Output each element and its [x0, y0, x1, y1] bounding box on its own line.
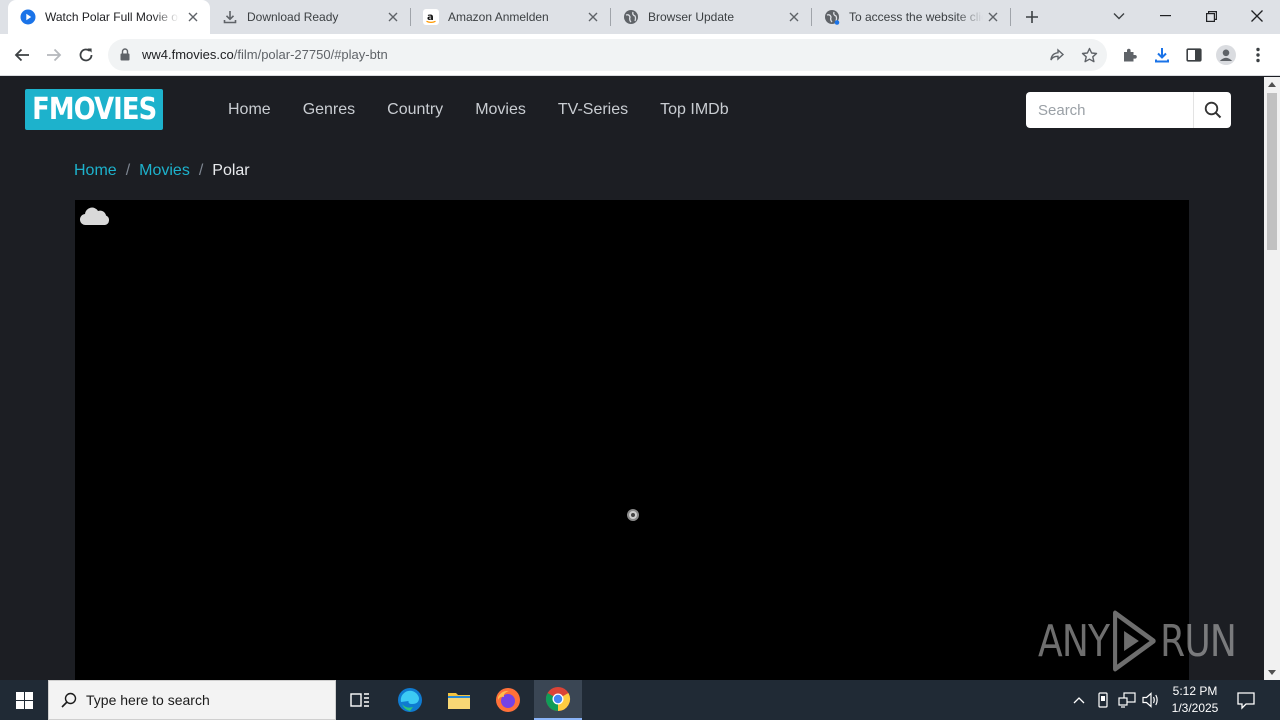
- taskbar-search-box[interactable]: Type here to search: [48, 680, 336, 720]
- breadcrumb-separator: /: [198, 162, 204, 179]
- logo-text: FMOVIES: [31, 92, 157, 127]
- close-tab-icon[interactable]: [386, 10, 400, 24]
- taskbar-search-placeholder: Type here to search: [86, 692, 210, 708]
- breadcrumb: Home / Movies / Polar: [74, 162, 250, 180]
- nav-movies[interactable]: Movies: [475, 101, 526, 119]
- tab-title: Amazon Anmelden: [448, 10, 549, 24]
- tab-title: To access the website click: [849, 10, 983, 24]
- url-host: ww4.fmovies.co: [142, 47, 234, 62]
- tab-separator: [1010, 8, 1011, 26]
- forward-button[interactable]: [42, 43, 66, 67]
- search-icon: [1204, 101, 1221, 119]
- edge-icon: [398, 688, 422, 712]
- fmovies-logo[interactable]: FMOVIES: [25, 89, 163, 130]
- play-circle-icon: [20, 9, 36, 25]
- firefox-taskbar-button[interactable]: [484, 680, 532, 720]
- windows-taskbar: Type here to search 5:12 PM 1/3/2025: [0, 680, 1280, 720]
- video-player[interactable]: [75, 200, 1189, 680]
- loading-spinner-icon: [627, 509, 639, 521]
- address-bar[interactable]: ww4.fmovies.co/film/polar-27750/#play-bt…: [108, 39, 1107, 71]
- share-icon[interactable]: [1048, 46, 1066, 64]
- globe-icon: [824, 9, 840, 25]
- profile-avatar-icon[interactable]: [1216, 45, 1236, 65]
- task-view-icon: [350, 693, 369, 707]
- scroll-down-arrow-icon[interactable]: [1268, 670, 1276, 675]
- breadcrumb-current: Polar: [212, 162, 250, 179]
- cloud-icon: [79, 204, 111, 233]
- nav-genres[interactable]: Genres: [303, 101, 355, 119]
- nav-home[interactable]: Home: [228, 101, 271, 119]
- tab-access-website[interactable]: To access the website click: [812, 0, 1010, 34]
- network-icon[interactable]: [1118, 691, 1136, 709]
- close-window-button[interactable]: [1234, 0, 1280, 32]
- tab-amazon-anmelden[interactable]: a Amazon Anmelden: [411, 0, 610, 34]
- restore-button[interactable]: [1188, 0, 1234, 32]
- bookmark-star-icon[interactable]: [1080, 46, 1098, 64]
- system-clock[interactable]: 5:12 PM 1/3/2025: [1162, 683, 1228, 717]
- site-header: FMOVIES Home Genres Country Movies TV-Se…: [0, 77, 1264, 143]
- tab-title: Browser Update: [648, 10, 735, 24]
- edge-taskbar-button[interactable]: [386, 680, 434, 720]
- chrome-taskbar-button[interactable]: [534, 680, 582, 720]
- scroll-up-arrow-icon[interactable]: [1268, 82, 1276, 87]
- new-tab-button[interactable]: [1022, 7, 1042, 27]
- breadcrumb-movies[interactable]: Movies: [139, 162, 190, 180]
- close-tab-icon[interactable]: [787, 10, 801, 24]
- lock-icon: [120, 48, 130, 66]
- anyrun-watermark: ANY RUN: [1038, 609, 1237, 673]
- chrome-icon: [545, 687, 571, 711]
- minimize-button[interactable]: [1142, 0, 1188, 32]
- url-path: /film/polar-27750/#play-btn: [233, 47, 388, 62]
- device-icon[interactable]: [1094, 691, 1112, 709]
- start-button[interactable]: [0, 680, 48, 720]
- volume-icon[interactable]: [1142, 691, 1160, 709]
- reload-button[interactable]: [74, 43, 98, 67]
- tab-download-ready[interactable]: Download Ready: [210, 0, 410, 34]
- nav-top-imdb[interactable]: Top IMDb: [660, 101, 728, 119]
- tab-watch-polar[interactable]: Watch Polar Full Movie online Free: [8, 0, 210, 34]
- browser-tab-strip: Watch Polar Full Movie online Free Downl…: [0, 0, 1280, 34]
- tab-title: Watch Polar Full Movie online Free: [45, 10, 179, 24]
- tab-search-button[interactable]: [1096, 0, 1142, 32]
- play-triangle-icon: [1112, 610, 1156, 672]
- folder-icon: [448, 693, 470, 709]
- globe-icon: [623, 9, 639, 25]
- browser-toolbar: ww4.fmovies.co/film/polar-27750/#play-bt…: [0, 34, 1280, 76]
- url-text: ww4.fmovies.co/film/polar-27750/#play-bt…: [142, 47, 388, 62]
- scrollbar-thumb[interactable]: [1267, 93, 1277, 250]
- close-tab-icon[interactable]: [986, 10, 1000, 24]
- search-icon: [61, 692, 77, 708]
- windows-logo-icon: [15, 691, 33, 709]
- search-button[interactable]: [1193, 92, 1231, 128]
- notifications-icon[interactable]: [1236, 690, 1256, 715]
- clock-time: 5:12 PM: [1172, 684, 1218, 698]
- clock-date: 1/3/2025: [1171, 701, 1219, 715]
- side-panel-icon[interactable]: [1184, 45, 1204, 65]
- main-nav: Home Genres Country Movies TV-Series Top…: [228, 101, 761, 119]
- breadcrumb-separator: /: [125, 162, 131, 179]
- show-hidden-icons-chevron-icon[interactable]: [1070, 691, 1088, 709]
- firefox-icon: [496, 688, 520, 712]
- download-icon: [222, 9, 238, 25]
- close-tab-icon[interactable]: [586, 10, 600, 24]
- close-tab-icon[interactable]: [186, 10, 200, 24]
- amazon-icon: a: [423, 9, 439, 25]
- extensions-icon[interactable]: [1120, 45, 1140, 65]
- file-explorer-taskbar-button[interactable]: [435, 680, 483, 720]
- back-button[interactable]: [10, 43, 34, 67]
- page-scrollbar[interactable]: [1264, 77, 1280, 680]
- nav-tv-series[interactable]: TV-Series: [558, 101, 628, 119]
- breadcrumb-home[interactable]: Home: [74, 162, 117, 180]
- site-search: [1026, 92, 1231, 128]
- search-input[interactable]: [1026, 92, 1192, 128]
- page-viewport: FMOVIES Home Genres Country Movies TV-Se…: [0, 77, 1264, 680]
- nav-country[interactable]: Country: [387, 101, 443, 119]
- chrome-menu-icon[interactable]: [1248, 45, 1268, 65]
- watermark-text-right: RUN: [1160, 615, 1237, 667]
- downloads-icon[interactable]: [1152, 45, 1172, 65]
- task-view-button[interactable]: [336, 680, 384, 720]
- tab-browser-update[interactable]: Browser Update: [611, 0, 811, 34]
- tab-title: Download Ready: [247, 10, 339, 24]
- watermark-text-left: ANY: [1038, 615, 1110, 667]
